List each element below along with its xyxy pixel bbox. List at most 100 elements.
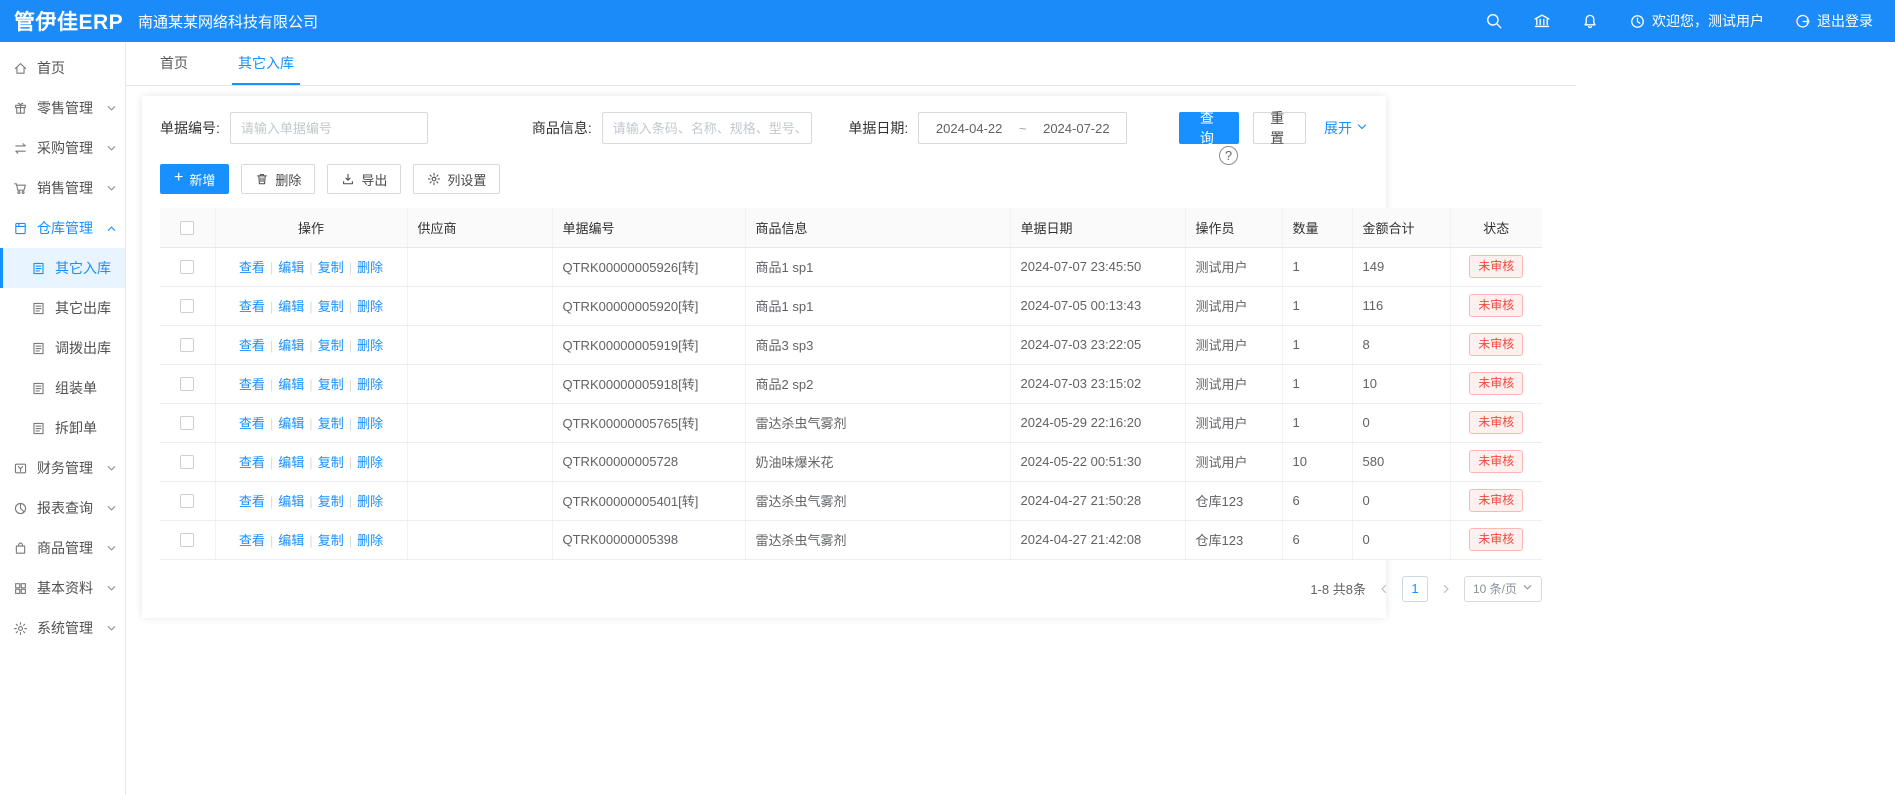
add-button[interactable]: + 新增 xyxy=(160,164,229,194)
row-checkbox[interactable] xyxy=(180,299,194,313)
row-copy-link[interactable]: 复制 xyxy=(318,299,344,314)
column-header: 单据编号 xyxy=(552,208,745,247)
sidebar-item-retail-mgmt[interactable]: 零售管理 xyxy=(0,88,125,128)
product-input[interactable] xyxy=(602,112,813,144)
row-view-link[interactable]: 查看 xyxy=(239,455,265,470)
sidebar-item-other-inbound[interactable]: 其它入库 xyxy=(0,248,125,288)
row-actions-cell: 查看|编辑|复制|删除 xyxy=(215,442,407,481)
product-label: 商品信息: xyxy=(532,118,592,138)
row-edit-link[interactable]: 编辑 xyxy=(278,416,304,431)
search-icon[interactable] xyxy=(1485,12,1503,30)
row-view-link[interactable]: 查看 xyxy=(239,338,265,353)
welcome-user[interactable]: 欢迎您，测试用户 xyxy=(1629,11,1764,31)
row-checkbox[interactable] xyxy=(180,260,194,274)
row-checkbox[interactable] xyxy=(180,338,194,352)
row-checkbox[interactable] xyxy=(180,416,194,430)
row-checkbox[interactable] xyxy=(180,533,194,547)
help-icon[interactable]: ? xyxy=(1219,146,1238,165)
date-start-value[interactable]: 2024-04-22 xyxy=(936,121,1003,136)
column-settings-button[interactable]: 列设置 xyxy=(413,164,500,194)
product-cell: 商品2 sp2 xyxy=(745,364,1010,403)
reset-button[interactable]: 重置 xyxy=(1253,112,1306,144)
sidebar-item-assembly-order[interactable]: 组装单 xyxy=(0,368,125,408)
tab-other-inbound[interactable]: 其它入库 xyxy=(232,42,300,85)
row-edit-link[interactable]: 编辑 xyxy=(278,299,304,314)
sidebar-item-system-mgmt[interactable]: 系统管理 xyxy=(0,608,125,648)
row-delete-link[interactable]: 删除 xyxy=(357,299,383,314)
docno-input[interactable] xyxy=(230,112,428,144)
row-copy-link[interactable]: 复制 xyxy=(318,494,344,509)
date-end-value[interactable]: 2024-07-22 xyxy=(1043,121,1110,136)
row-delete-link[interactable]: 删除 xyxy=(357,533,383,548)
expand-link[interactable]: 展开 xyxy=(1324,118,1368,138)
page-size-select[interactable]: 10 条/页 xyxy=(1464,576,1542,602)
tab-home[interactable]: 首页 xyxy=(154,42,194,85)
prev-page-button[interactable] xyxy=(1378,583,1390,595)
row-copy-link[interactable]: 复制 xyxy=(318,455,344,470)
row-copy-link[interactable]: 复制 xyxy=(318,533,344,548)
column-header: 数量 xyxy=(1282,208,1352,247)
sidebar-item-other-outbound[interactable]: 其它出库 xyxy=(0,288,125,328)
row-copy-link[interactable]: 复制 xyxy=(318,377,344,392)
row-view-link[interactable]: 查看 xyxy=(239,494,265,509)
sidebar-item-purchase-mgmt[interactable]: 采购管理 xyxy=(0,128,125,168)
finance-icon xyxy=(13,461,30,476)
column-settings-label: 列设置 xyxy=(447,170,486,189)
basic-icon xyxy=(13,581,30,596)
row-edit-link[interactable]: 编辑 xyxy=(278,533,304,548)
row-checkbox[interactable] xyxy=(180,494,194,508)
sidebar-item-finance-mgmt[interactable]: 财务管理 xyxy=(0,448,125,488)
row-edit-link[interactable]: 编辑 xyxy=(278,455,304,470)
action-divider: | xyxy=(270,416,273,431)
select-all-checkbox[interactable] xyxy=(180,221,194,235)
date-range-picker[interactable]: 2024-04-22 ~ 2024-07-22 xyxy=(918,112,1127,144)
sidebar-item-label: 其它出库 xyxy=(55,298,111,318)
sidebar-item-sales-mgmt[interactable]: 销售管理 xyxy=(0,168,125,208)
row-checkbox[interactable] xyxy=(180,377,194,391)
sidebar-item-disassembly-order[interactable]: 拆卸单 xyxy=(0,408,125,448)
row-copy-link[interactable]: 复制 xyxy=(318,338,344,353)
bank-icon[interactable] xyxy=(1533,12,1551,30)
chevron-down-icon xyxy=(1522,582,1533,596)
sidebar-item-basic-data[interactable]: 基本资料 xyxy=(0,568,125,608)
chevron-down-icon xyxy=(106,623,117,634)
row-copy-link[interactable]: 复制 xyxy=(318,260,344,275)
row-edit-link[interactable]: 编辑 xyxy=(278,338,304,353)
row-delete-link[interactable]: 删除 xyxy=(357,494,383,509)
table-row: 查看|编辑|复制|删除QTRK00000005398雷达杀虫气雾剂2024-04… xyxy=(160,520,1542,559)
row-edit-link[interactable]: 编辑 xyxy=(278,494,304,509)
next-page-button[interactable] xyxy=(1440,583,1452,595)
row-edit-link[interactable]: 编辑 xyxy=(278,260,304,275)
row-edit-link[interactable]: 编辑 xyxy=(278,377,304,392)
sidebar-item-transfer-outbound[interactable]: 调拨出库 xyxy=(0,328,125,368)
sidebar-item-report-query[interactable]: 报表查询 xyxy=(0,488,125,528)
action-divider: | xyxy=(309,494,312,509)
row-delete-link[interactable]: 删除 xyxy=(357,338,383,353)
row-view-link[interactable]: 查看 xyxy=(239,299,265,314)
row-view-link[interactable]: 查看 xyxy=(239,377,265,392)
status-cell: 未审核 xyxy=(1450,403,1542,442)
sidebar-item-goods-mgmt[interactable]: 商品管理 xyxy=(0,528,125,568)
row-view-link[interactable]: 查看 xyxy=(239,416,265,431)
chevron-down-icon xyxy=(106,543,117,554)
purchase-icon xyxy=(13,141,30,156)
row-view-link[interactable]: 查看 xyxy=(239,533,265,548)
sidebar-item-home[interactable]: 首页 xyxy=(0,48,125,88)
row-delete-link[interactable]: 删除 xyxy=(357,377,383,392)
row-view-link[interactable]: 查看 xyxy=(239,260,265,275)
current-page[interactable]: 1 xyxy=(1402,576,1428,602)
search-button[interactable]: 查询 xyxy=(1179,112,1238,144)
row-delete-link[interactable]: 删除 xyxy=(357,260,383,275)
sidebar-item-warehouse-mgmt[interactable]: 仓库管理 xyxy=(0,208,125,248)
supplier-cell xyxy=(407,520,552,559)
row-checkbox[interactable] xyxy=(180,455,194,469)
row-delete-link[interactable]: 删除 xyxy=(357,455,383,470)
row-copy-link[interactable]: 复制 xyxy=(318,416,344,431)
logout-button[interactable]: 退出登录 xyxy=(1794,11,1873,31)
page-size-value: 10 条/页 xyxy=(1473,580,1517,597)
amount-cell: 10 xyxy=(1352,364,1450,403)
export-button[interactable]: 导出 xyxy=(327,164,401,194)
bell-icon[interactable] xyxy=(1581,12,1599,30)
delete-button[interactable]: 删除 xyxy=(241,164,315,194)
row-delete-link[interactable]: 删除 xyxy=(357,416,383,431)
